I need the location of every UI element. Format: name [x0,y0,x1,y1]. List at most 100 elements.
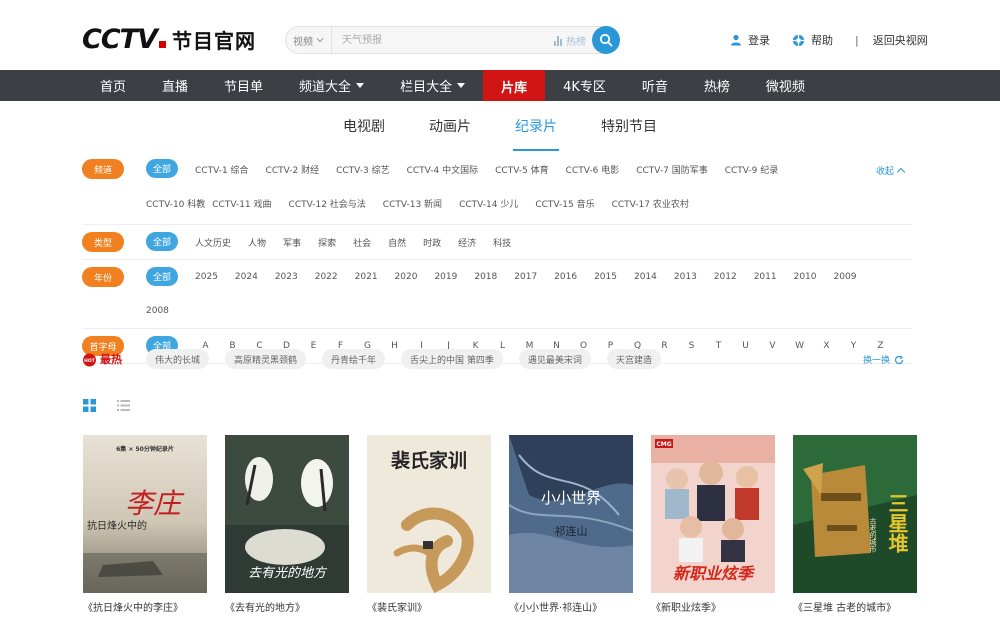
filter-option[interactable]: 2008 [146,294,169,328]
hot-tag[interactable]: 高原精灵黑颈鹤 [225,349,307,369]
filter-option[interactable]: 2019 [434,260,457,294]
collapse-button[interactable]: 收起 [876,164,906,177]
svg-text:李庄: 李庄 [125,487,185,520]
filter-option[interactable]: 2022 [315,260,338,294]
filter-option[interactable]: CCTV-11 戏曲 [212,186,271,220]
nav-item-micro-video[interactable]: 微视频 [748,70,823,101]
filter-option[interactable]: 2020 [395,260,418,294]
nav-item-schedule[interactable]: 节目单 [206,70,281,101]
nav-item-home[interactable]: 首页 [82,70,144,101]
logo-cctv: CCTV [82,23,158,55]
filter-option[interactable]: 经济 [458,225,476,259]
filter-option[interactable]: 全部 [146,232,179,251]
filter-option[interactable]: CCTV-15 音乐 [535,186,594,220]
list-view-icon[interactable] [116,398,131,413]
filter-option[interactable]: 2013 [674,260,697,294]
search-button[interactable] [592,26,620,54]
poster-title[interactable]: 《抗日烽火中的李庄》 [83,599,207,614]
filter-option[interactable]: 2025 [195,260,218,294]
filter-option[interactable]: CCTV-3 综艺 [336,152,390,186]
tab-tv-drama[interactable]: 电视剧 [341,101,387,151]
poster-image[interactable]: CMG 新职业炫季 [651,435,775,593]
nav-item-library[interactable]: 片库 [483,70,546,101]
hot-tag[interactable]: 丹青绘千年 [322,349,386,369]
filter-option[interactable]: CCTV-6 电影 [566,152,620,186]
filter-option[interactable]: 全部 [146,159,179,178]
poster-title[interactable]: 《新职业炫季》 [651,599,775,614]
filter-option[interactable]: 2015 [594,260,617,294]
filter-option[interactable]: CCTV-14 少儿 [459,186,518,220]
filter-option[interactable]: 2021 [355,260,378,294]
filter-option[interactable]: CCTV-1 综合 [195,152,249,186]
filter-option[interactable]: 2014 [634,260,657,294]
back-to-cctv-link[interactable]: 返回央视网 [873,32,928,48]
nav-item-hot[interactable]: 热榜 [686,70,748,101]
poster-card[interactable]: 三星堆 古老的城市 《三星堆 古老的城市》 [793,435,917,614]
filter-option[interactable]: 社会 [353,225,371,259]
nav-item-4k[interactable]: 4K专区 [545,70,624,101]
filter-option[interactable]: CCTV-12 社会与法 [289,186,366,220]
filter-option[interactable]: 2009 [834,260,857,294]
nav-item-live[interactable]: 直播 [144,70,206,101]
filter-option[interactable]: 探索 [318,225,336,259]
poster-image[interactable]: 三星堆 古老的城市 [793,435,917,593]
filter-option[interactable]: 科技 [493,225,511,259]
nav-item-audio[interactable]: 听音 [624,70,686,101]
poster-title[interactable]: 《小小世界·祁连山》 [509,599,633,614]
filter-option[interactable]: CCTV-13 新闻 [383,186,442,220]
filter-option[interactable]: 2018 [474,260,497,294]
filter-option[interactable]: 2010 [794,260,817,294]
site-logo[interactable]: CCTV 节目官网 [82,23,256,55]
refresh-button[interactable]: 换一换 [863,353,904,366]
filter-option[interactable]: CCTV-5 体育 [495,152,549,186]
search-hot-label: 热榜 [566,36,586,48]
poster-title[interactable]: 《三星堆 古老的城市》 [793,599,917,614]
svg-text:裴氏家训: 裴氏家训 [390,449,467,472]
hot-tag[interactable]: 遇见最美宋词 [518,349,591,369]
nav-item-channels[interactable]: 频道大全 [281,70,382,101]
tab-special[interactable]: 特别节目 [599,101,659,151]
filter-option[interactable]: 2024 [235,260,258,294]
search-hot-link[interactable]: 热榜 [554,33,586,48]
hot-flame-icon: HOT [83,353,96,366]
tab-animation[interactable]: 动画片 [427,101,473,151]
hot-tag[interactable]: 天宫建造 [606,349,661,369]
tab-documentary[interactable]: 纪录片 [513,101,559,151]
hot-tag[interactable]: 舌尖上的中国 第四季 [401,349,503,369]
filter-option[interactable]: 人物 [248,225,266,259]
filter-option[interactable]: CCTV-4 中文国际 [407,152,479,186]
filter-option[interactable]: 人文历史 [195,225,231,259]
poster-card[interactable]: 小小世界 祁连山 《小小世界·祁连山》 [509,435,633,614]
search-type-select[interactable]: 视频 [286,27,332,53]
search-input[interactable] [332,27,554,53]
filter-option[interactable]: 2023 [275,260,298,294]
poster-image[interactable]: 小小世界 祁连山 [509,435,633,593]
filter-option[interactable]: CCTV-17 农业农村 [612,186,689,220]
poster-title[interactable]: 《裴氏家训》 [367,599,491,614]
filter-option[interactable]: CCTV-2 财经 [266,152,320,186]
login-link[interactable]: 登录 [730,32,770,48]
filter-option[interactable]: 军事 [283,225,301,259]
poster-card[interactable]: 裴氏家训 《裴氏家训》 [367,435,491,614]
filter-option[interactable]: 2011 [754,260,777,294]
filter-option[interactable]: CCTV-9 纪录 [725,152,779,186]
filter-option[interactable]: 2016 [554,260,577,294]
poster-card[interactable]: CMG 新职业炫季 《新职业炫季》 [651,435,775,614]
filter-option[interactable]: CCTV-7 国防军事 [636,152,708,186]
poster-image[interactable]: 裴氏家训 [367,435,491,593]
filter-option[interactable]: 时政 [423,225,441,259]
grid-view-icon[interactable] [82,398,97,413]
nav-item-columns[interactable]: 栏目大全 [382,70,483,101]
filter-option[interactable]: 全部 [146,267,179,286]
poster-image[interactable]: 去有光的地方 [225,435,349,593]
poster-card[interactable]: 去有光的地方 《去有光的地方》 [225,435,349,614]
poster-card[interactable]: 6集 × 50分钟纪录片 李庄 抗日烽火中的 《抗日烽火中的李庄》 [83,435,207,614]
filter-option[interactable]: 2017 [514,260,537,294]
filter-option[interactable]: 2012 [714,260,737,294]
hot-tag[interactable]: 伟大的长城 [146,349,210,369]
poster-image[interactable]: 6集 × 50分钟纪录片 李庄 抗日烽火中的 [83,435,207,593]
help-link[interactable]: 帮助 [792,32,833,48]
poster-title[interactable]: 《去有光的地方》 [225,599,349,614]
filter-option[interactable]: 自然 [388,225,406,259]
filter-option[interactable]: CCTV-10 科教 [146,186,205,220]
